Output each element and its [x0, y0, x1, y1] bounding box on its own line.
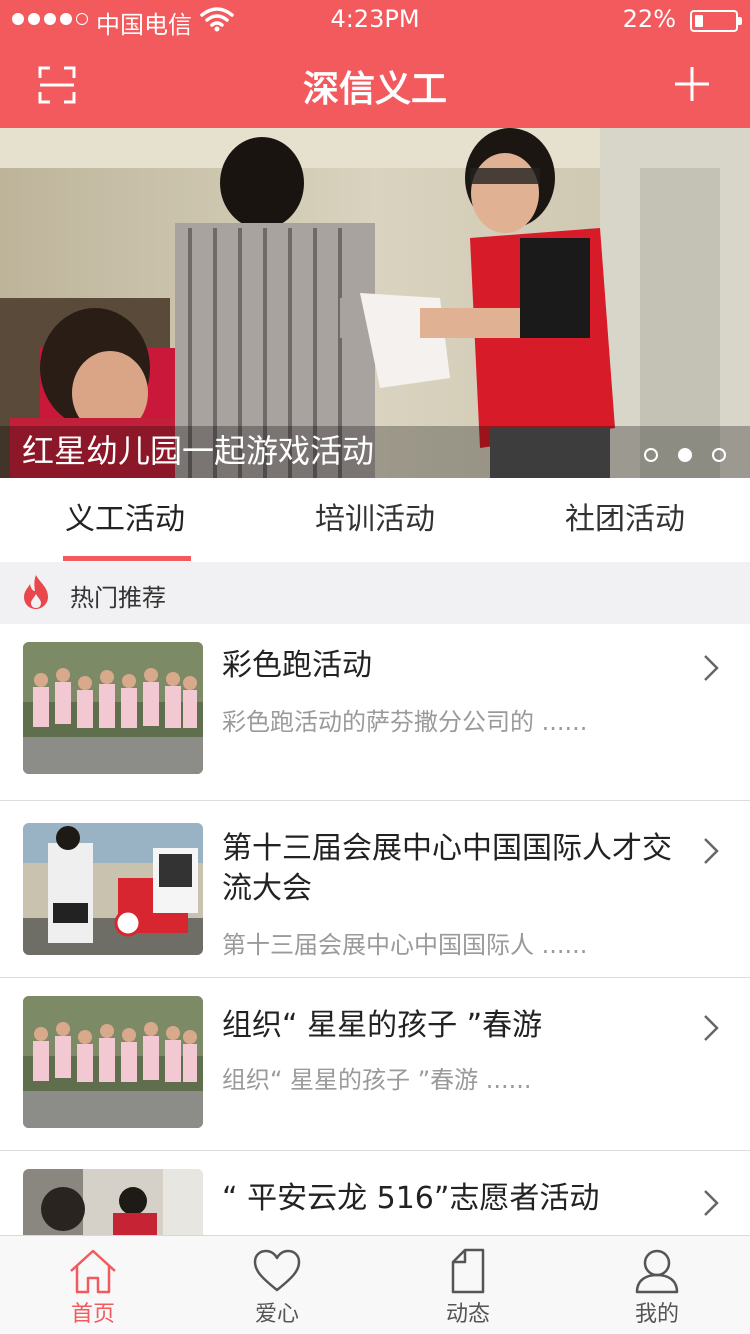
fire-icon — [24, 575, 48, 609]
activity-thumbnail — [23, 642, 203, 774]
carousel-dots — [644, 448, 726, 462]
category-tabs: 义工活动 培训活动 社团活动 — [0, 478, 750, 562]
chevron-right-icon — [704, 1190, 719, 1216]
battery-percent: 22% — [622, 5, 676, 33]
chevron-right-icon — [704, 1015, 719, 1041]
user-icon — [635, 1249, 679, 1294]
active-tab-indicator — [63, 556, 191, 561]
tabbar-item-love[interactable]: 爱心 — [217, 1236, 337, 1334]
chevron-right-icon — [704, 655, 719, 681]
hot-recommend-header: 热门推荐 — [0, 562, 750, 624]
carousel-dot[interactable] — [644, 448, 658, 462]
carousel-dot[interactable] — [678, 448, 692, 462]
tabbar-label: 我的 — [634, 1302, 679, 1327]
activity-thumbnail — [23, 823, 203, 955]
activity-description: 第十三届会展中心中国国际人 ...... — [222, 931, 588, 959]
battery-icon — [690, 10, 742, 32]
tabbar-label: 爱心 — [254, 1302, 299, 1327]
tab-training-activities[interactable]: 培训活动 — [250, 478, 500, 562]
tab-volunteer-activities[interactable]: 义工活动 — [0, 478, 250, 562]
activity-title: 组织“ 星星的孩子 ”春游 — [222, 1008, 543, 1043]
chevron-right-icon — [704, 838, 719, 864]
tabbar-label: 首页 — [70, 1302, 115, 1327]
section-title: 热门推荐 — [70, 584, 166, 612]
list-item[interactable]: 彩色跑活动 彩色跑活动的萨芬撒分公司的 ...... — [0, 624, 750, 801]
battery-fill — [695, 15, 703, 27]
home-icon — [70, 1249, 116, 1294]
activity-thumbnail — [23, 996, 203, 1128]
tab-club-activities[interactable]: 社团活动 — [500, 478, 750, 562]
activity-title: 第十三届会展中心中国国际人才交流大会 — [222, 831, 672, 906]
activity-description: 彩色跑活动的萨芬撒分公司的 ...... — [222, 708, 588, 736]
list-item[interactable]: 组织“ 星星的孩子 ”春游 组织“ 星星的孩子 ”春游 ...... — [0, 978, 750, 1151]
page-title: 深信义工 — [302, 69, 447, 110]
bottom-tab-bar: 首页 爱心 动态 我的 — [0, 1235, 750, 1334]
tabbar-label: 动态 — [445, 1302, 490, 1327]
banner-caption: 红星幼儿园一起游戏活动 — [22, 432, 375, 470]
plus-icon[interactable] — [674, 66, 710, 102]
tabbar-item-home[interactable]: 首页 — [33, 1236, 153, 1334]
document-icon — [451, 1248, 485, 1294]
activity-thumbnail — [23, 1169, 203, 1235]
heart-icon — [253, 1249, 301, 1292]
list-item[interactable]: “ 平安云龙 516”志愿者活动 — [0, 1151, 750, 1235]
banner-carousel[interactable]: 红星幼儿园一起游戏活动 — [0, 128, 750, 478]
tabbar-item-news[interactable]: 动态 — [408, 1236, 528, 1334]
list-item[interactable]: 第十三届会展中心中国国际人才交流大会 第十三届会展中心中国国际人 ...... — [0, 801, 750, 978]
activity-description: 组织“ 星星的孩子 ”春游 ...... — [222, 1066, 532, 1094]
activity-title: “ 平安云龙 516”志愿者活动 — [222, 1181, 600, 1216]
carousel-dot[interactable] — [712, 448, 726, 462]
status-bar: 中国电信 4:23PM 22% — [0, 0, 750, 40]
nav-bar: 深信义工 — [0, 40, 750, 128]
activity-title: 彩色跑活动 — [222, 648, 372, 683]
tabbar-item-profile[interactable]: 我的 — [597, 1236, 717, 1334]
